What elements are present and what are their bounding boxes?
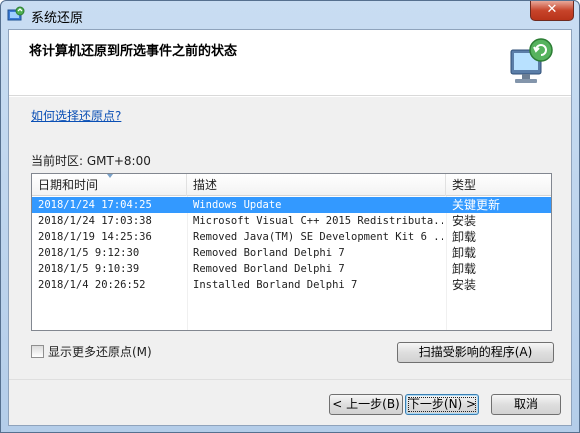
row-type: 安装	[452, 214, 477, 228]
list-rows: 2018/1/24 17:04:25 Windows Update 关键更新 2…	[32, 197, 551, 293]
close-icon: ✕	[546, 2, 558, 17]
row-description: Removed Borland Delphi 7	[193, 247, 345, 259]
row-description: Removed Borland Delphi 7	[193, 263, 345, 275]
timezone-label: 当前时区: GMT+8:00	[31, 154, 151, 168]
restore-monitor-icon	[510, 38, 553, 83]
next-button[interactable]: 下一步(N) >	[405, 394, 479, 415]
row-description: Removed Java(TM) SE Development Kit 6 ..…	[193, 231, 443, 243]
table-row[interactable]: 2018/1/24 17:04:25 Windows Update 关键更新	[32, 197, 551, 213]
restore-point-list[interactable]: 日期和时间 描述 类型 2018/1/24 17:04:25 Windows U…	[31, 173, 552, 331]
table-row[interactable]: 2018/1/5 9:10:39 Removed Borland Delphi …	[32, 261, 551, 277]
row-type: 卸载	[452, 246, 477, 260]
show-more-option[interactable]: 显示更多还原点(M)	[31, 343, 152, 360]
dialog-client: 将计算机还原到所选事件之前的状态 如何选择还原点? 当前时区: GMT+8:00…	[8, 29, 572, 426]
page-title: 将计算机还原到所选事件之前的状态	[29, 44, 238, 59]
row-date: 2018/1/19 14:25:36	[38, 231, 152, 243]
scan-affected-programs-button[interactable]: 扫描受影响的程序(A)	[397, 342, 554, 363]
column-header-type[interactable]: 类型	[446, 174, 551, 196]
row-description: Microsoft Visual C++ 2015 Redistributa..…	[193, 215, 443, 227]
sort-arrow-icon	[107, 174, 113, 178]
list-header: 日期和时间 描述 类型	[32, 174, 551, 196]
table-row[interactable]: 2018/1/19 14:25:36 Removed Java(TM) SE D…	[32, 229, 551, 245]
body-area: 如何选择还原点? 当前时区: GMT+8:00 日期和时间 描述 类型 2018…	[9, 97, 571, 379]
system-restore-window: 系统还原 ✕ 将计算机还原到所选事件之前的状态 如何选择还原点? 当前时区: G…	[0, 0, 580, 433]
show-more-label[interactable]: 显示更多还原点(M)	[48, 343, 152, 360]
back-button[interactable]: < 上一步(B)	[329, 394, 403, 415]
row-type: 卸载	[452, 262, 477, 276]
table-row[interactable]: 2018/1/24 17:03:38 Microsoft Visual C++ …	[32, 213, 551, 229]
window-title: 系统还原	[31, 11, 84, 26]
column-header-description[interactable]: 描述	[187, 174, 446, 196]
table-row[interactable]: 2018/1/5 9:12:30 Removed Borland Delphi …	[32, 245, 551, 261]
row-description: Windows Update	[193, 199, 282, 211]
row-date: 2018/1/5 9:10:39	[38, 263, 140, 275]
dialog-footer: < 上一步(B) 下一步(N) > 取消	[9, 379, 571, 425]
close-button[interactable]: ✕	[530, 1, 574, 21]
row-date: 2018/1/4 20:26:52	[38, 279, 146, 291]
help-link[interactable]: 如何选择还原点?	[31, 107, 121, 124]
row-description: Installed Borland Delphi 7	[193, 279, 358, 291]
row-type: 卸载	[452, 230, 477, 244]
table-row[interactable]: 2018/1/4 20:26:52 Installed Borland Delp…	[32, 277, 551, 293]
title-bar[interactable]: 系统还原 ✕	[1, 1, 579, 29]
row-date: 2018/1/5 9:12:30	[38, 247, 140, 259]
cancel-button[interactable]: 取消	[491, 394, 561, 415]
row-date: 2018/1/24 17:04:25	[38, 199, 152, 211]
row-type: 安装	[452, 278, 477, 292]
header-band: 将计算机还原到所选事件之前的状态	[9, 30, 571, 96]
row-date: 2018/1/24 17:03:38	[38, 215, 152, 227]
system-restore-icon	[7, 6, 25, 21]
row-type: 关键更新	[452, 198, 501, 212]
show-more-checkbox[interactable]	[31, 345, 44, 358]
